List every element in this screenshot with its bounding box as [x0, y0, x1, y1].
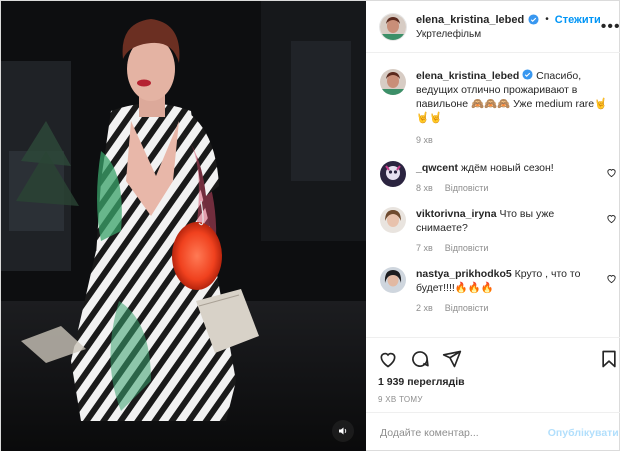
author-username[interactable]: elena_kristina_lebed: [416, 14, 524, 26]
post-location[interactable]: Укртелефільм: [416, 29, 601, 40]
post-actions: 1 939 переглядів 9 ХВ ТОМУ: [366, 337, 620, 404]
heart-icon[interactable]: [606, 213, 617, 224]
bookmark-icon[interactable]: [599, 349, 619, 369]
post-dialog: elena_kristina_lebed • Стежити Укртелефі…: [0, 0, 620, 451]
view-count[interactable]: 1 939 переглядів: [378, 376, 619, 388]
comment-item: nastya_prikhodko5 Круто , что то будет!!…: [380, 267, 617, 313]
add-comment-bar: Опублікувати: [366, 412, 620, 451]
heart-icon[interactable]: [378, 349, 398, 369]
comment-text: ждём новый сезон!: [460, 162, 554, 174]
comment-time[interactable]: 7 хв: [416, 243, 433, 253]
verified-badge-icon: [522, 69, 533, 80]
post-side-panel: elena_kristina_lebed • Стежити Укртелефі…: [366, 1, 620, 451]
caption: elena_kristina_lebed Спасибо, ведущих от…: [380, 69, 617, 145]
follow-button[interactable]: Стежити: [555, 14, 601, 26]
post-header: elena_kristina_lebed • Стежити Укртелефі…: [366, 1, 620, 53]
speaker-icon: [339, 427, 347, 435]
commenter-avatar[interactable]: [380, 207, 406, 233]
verified-badge-icon: [528, 14, 539, 25]
post-comment-button[interactable]: Опублікувати: [548, 427, 619, 439]
post-timestamp[interactable]: 9 ХВ ТОМУ: [378, 395, 619, 404]
comment-input[interactable]: [380, 426, 548, 439]
comment-item: _qwcent ждём новый сезон! 8 хв Відповіст…: [380, 161, 617, 193]
commenter-avatar[interactable]: [380, 267, 406, 293]
comment-time[interactable]: 8 хв: [416, 183, 433, 193]
comment-item: viktorivna_iryna Что вы уже снимаете? 7 …: [380, 207, 617, 253]
paper-plane-icon[interactable]: [442, 349, 462, 369]
comment-username[interactable]: nastya_prikhodko5: [416, 268, 512, 280]
comment-username[interactable]: _qwcent: [416, 162, 458, 174]
commenter-avatar[interactable]: [380, 161, 406, 187]
header-separator: •: [545, 14, 549, 25]
caption-username[interactable]: elena_kristina_lebed: [416, 70, 519, 82]
comment-time[interactable]: 2 хв: [416, 303, 433, 313]
more-options-icon[interactable]: •••: [601, 18, 620, 36]
speech-bubble-icon[interactable]: [410, 349, 430, 369]
comments-list: elena_kristina_lebed Спасибо, ведущих от…: [366, 53, 620, 337]
post-video[interactable]: [1, 1, 366, 451]
heart-icon[interactable]: [606, 273, 617, 284]
caption-time[interactable]: 9 хв: [416, 135, 433, 145]
video-frame: [1, 1, 366, 451]
reply-button[interactable]: Відповісти: [445, 243, 489, 253]
reply-button[interactable]: Відповісти: [445, 183, 489, 193]
author-avatar[interactable]: [380, 13, 406, 40]
reply-button[interactable]: Відповісти: [445, 303, 489, 313]
heart-icon[interactable]: [606, 167, 617, 178]
caption-avatar[interactable]: [380, 69, 406, 95]
comment-username[interactable]: viktorivna_iryna: [416, 208, 497, 220]
sound-toggle-button[interactable]: [332, 420, 354, 442]
